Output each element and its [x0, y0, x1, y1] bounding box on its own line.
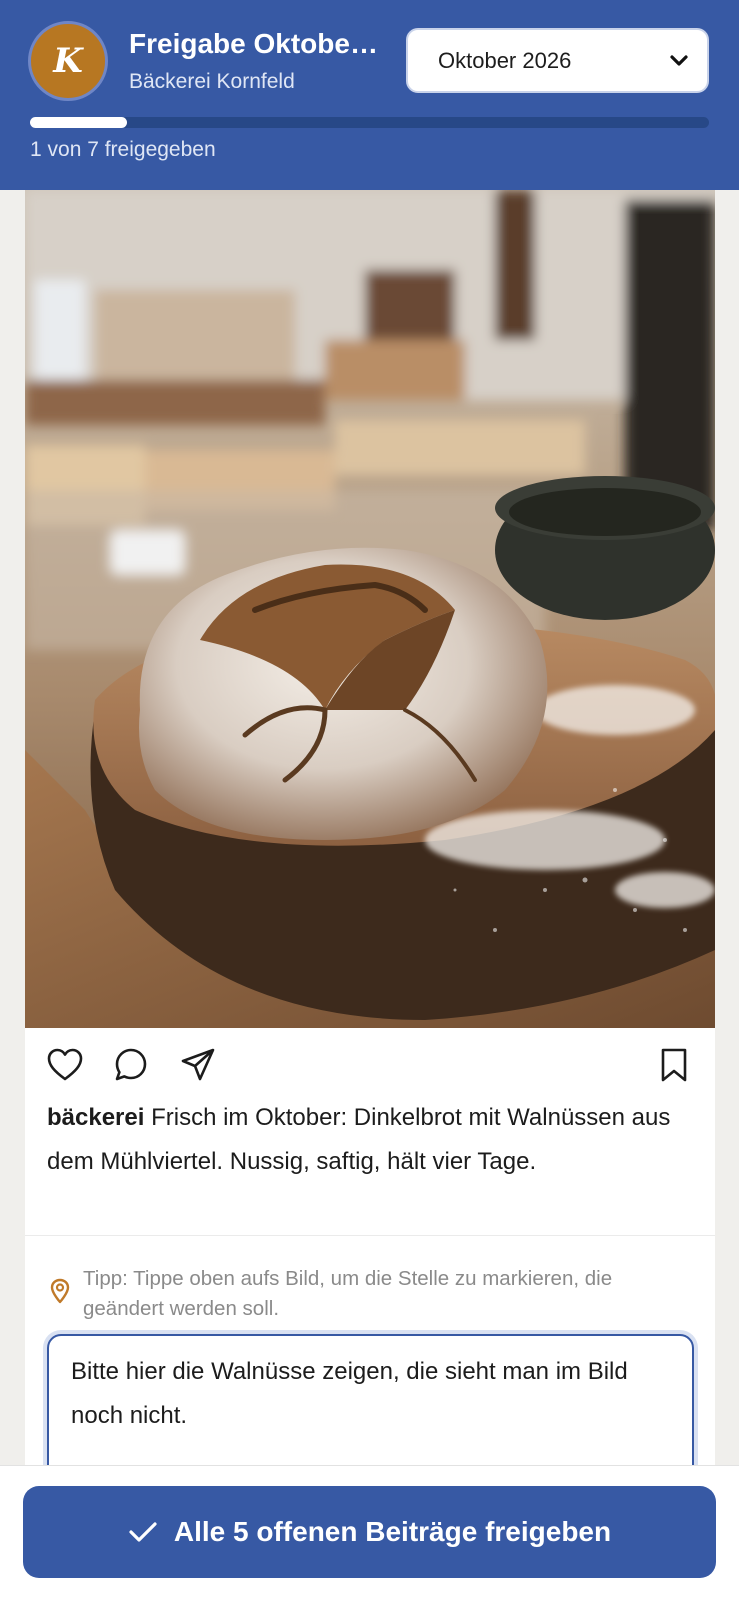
divider [25, 1235, 715, 1236]
comment-icon [115, 1048, 147, 1081]
page-subtitle: Bäckerei Kornfeld [129, 70, 295, 93]
approve-all-button[interactable]: Alle 5 offenen Beiträge freigeben [23, 1486, 716, 1578]
footer-bar: Alle 5 offenen Beiträge freigeben [0, 1465, 739, 1600]
progress-bar [30, 117, 709, 128]
post-caption: bäckerei Frisch im Oktober: Dinkelbrot m… [47, 1096, 687, 1184]
avatar: K [28, 21, 108, 101]
month-select[interactable]: Oktober 2026 [406, 28, 709, 93]
page-title: Freigabe Oktober 2026 [129, 28, 384, 59]
bread-photo-icon [25, 190, 715, 1028]
tip-text: Tipp: Tippe oben aufs Bild, um die Stell… [83, 1267, 613, 1320]
post-card: bäckerei Frisch im Oktober: Dinkelbrot m… [25, 190, 715, 1465]
avatar-letter: K [53, 41, 83, 81]
bookmark-icon [661, 1048, 687, 1082]
app-header: K Freigabe Oktober 2026 Bäckerei Kornfel… [0, 0, 739, 190]
heart-icon [47, 1048, 83, 1081]
chevron-down-icon [670, 54, 688, 66]
caption-account: bäckerei [47, 1104, 145, 1131]
bookmark-button[interactable] [655, 1046, 693, 1084]
location-pin-icon [50, 1278, 70, 1304]
month-select-value: Oktober 2026 [438, 47, 572, 73]
check-icon [129, 1522, 157, 1542]
progress-text: 1 von 7 freigegeben [30, 138, 216, 161]
progress-fill [30, 117, 127, 128]
like-button[interactable] [46, 1046, 84, 1084]
share-icon [181, 1048, 215, 1081]
approve-all-label: Alle 5 offenen Beiträge freigeben [173, 1516, 612, 1547]
comment-button[interactable] [112, 1046, 150, 1084]
post-actions [25, 1028, 715, 1098]
share-button[interactable] [179, 1046, 217, 1084]
post-image[interactable] [25, 190, 715, 1028]
feedback-textarea[interactable]: Bitte hier die Walnüsse zeigen, die sieh… [47, 1334, 694, 1465]
